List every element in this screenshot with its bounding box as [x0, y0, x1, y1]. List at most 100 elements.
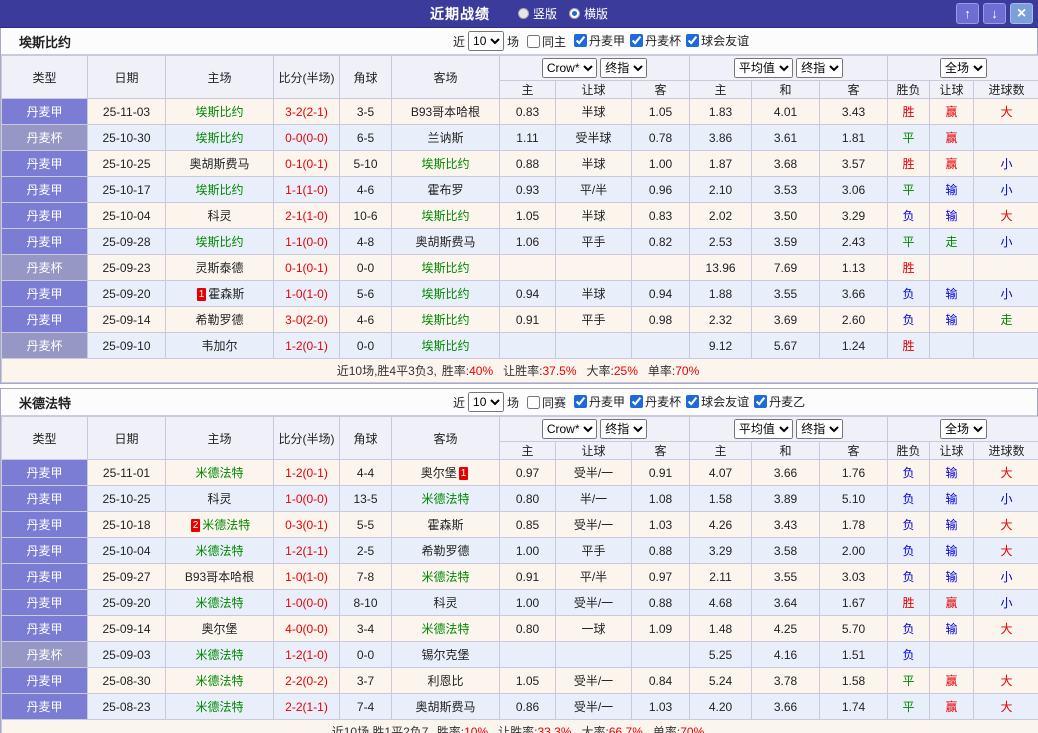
league-checkbox[interactable] [630, 34, 644, 47]
results-table: 类型 日期 主场 比分(半场) 角球 客场 Crow* 终指 平均值 终指 全场… [0, 416, 1038, 733]
result-cell: 平 [887, 228, 931, 255]
avg-home-cell: 3.86 [689, 124, 753, 151]
summary-stat: 让胜率:33.3% [498, 725, 572, 733]
same-checkbox[interactable] [527, 395, 541, 409]
avg-home-cell: 1.58 [689, 485, 753, 512]
odds-home-cell: 1.00 [499, 589, 556, 616]
result-cell: 负 [887, 280, 931, 307]
odds-home-cell [499, 254, 556, 281]
date-cell: 25-08-30 [87, 667, 166, 694]
avg-away-cell: 5.70 [819, 615, 889, 642]
col-odds-away: 客 [630, 441, 691, 460]
scroll-up-button[interactable]: ↑ [956, 3, 979, 24]
col-home: 主场 [165, 416, 274, 460]
same-filter-checkbox[interactable]: 同主 [527, 33, 566, 50]
date-cell: 25-09-20 [87, 280, 166, 307]
section-header: 埃斯比约 近 10 场 同主 丹麦甲 丹麦杯 球会友谊 [1, 28, 1037, 55]
final-odds-select[interactable]: 终指 [796, 58, 844, 78]
odds-home-cell: 0.91 [499, 306, 556, 333]
odds-away-cell: 0.96 [630, 176, 691, 203]
league-checkbox[interactable] [574, 34, 588, 47]
date-cell: 25-09-10 [87, 332, 166, 359]
goals-result-cell [973, 332, 1038, 359]
average-select[interactable]: 平均值 [733, 419, 793, 439]
score-cell: 1-1(1-0) [273, 176, 340, 203]
goals-result-cell: 大 [973, 511, 1038, 538]
league-checkbox[interactable] [630, 395, 644, 408]
handicap-result-cell: 输 [929, 176, 975, 203]
games-label: 场 [507, 395, 520, 410]
odds-home-cell: 0.80 [499, 615, 556, 642]
final-odds-select[interactable]: 终指 [796, 419, 844, 439]
final-odds-select[interactable]: 终指 [600, 419, 648, 439]
close-button[interactable]: × [1010, 3, 1033, 24]
corners-cell: 4-6 [339, 176, 392, 203]
league-filter[interactable]: 球会友谊 [686, 32, 749, 49]
match-row: 丹麦甲 25-10-25 科灵 1-0(0-0) 13-5 米德法特 0.80 半/一 1.08… [1, 485, 1038, 512]
league-filter[interactable]: 丹麦杯 [630, 393, 681, 410]
odds-away-cell: 1.09 [630, 615, 691, 642]
radio-label: 横版 [584, 7, 609, 21]
corners-cell: 4-6 [339, 306, 392, 333]
summary-stat: 大率:25% [586, 364, 638, 378]
match-row: 丹麦甲 25-10-17 埃斯比约 1-1(1-0) 4-6 霍布罗 0.93 平/半 0.96… [1, 176, 1038, 203]
league-checkbox[interactable] [574, 395, 588, 408]
league-filter[interactable]: 球会友谊 [686, 393, 749, 410]
same-checkbox[interactable] [527, 34, 541, 48]
average-select[interactable]: 平均值 [733, 58, 793, 78]
league-label: 球会友谊 [701, 34, 750, 48]
home-team-cell: 埃斯比约 [165, 124, 274, 151]
radio-icon[interactable] [517, 8, 529, 19]
avg-home-cell: 9.12 [689, 332, 753, 359]
match-count-select[interactable]: 10 [468, 31, 505, 51]
radio-icon[interactable] [569, 8, 580, 19]
away-team-cell: 埃斯比约 [391, 150, 500, 177]
avg-away-cell: 1.58 [819, 667, 889, 694]
odds-away-cell: 1.05 [630, 98, 691, 125]
scope-group: 全场 [887, 416, 1038, 442]
league-filter[interactable]: 丹麦杯 [630, 32, 681, 49]
date-cell: 25-10-25 [87, 485, 166, 512]
league-filter[interactable]: 丹麦甲 [574, 393, 625, 410]
goals-result-cell: 小 [973, 563, 1038, 590]
same-filter-checkbox[interactable]: 同赛 [527, 394, 566, 411]
league-filter[interactable]: 丹麦甲 [574, 32, 625, 49]
scroll-down-button[interactable]: ↓ [983, 3, 1006, 24]
bookmaker-select[interactable]: Crow* [541, 419, 597, 439]
league-checkbox[interactable] [754, 395, 768, 408]
league-checkbox[interactable] [686, 395, 700, 408]
score-cell: 2-2(1-1) [273, 693, 340, 720]
result-cell: 胜 [887, 254, 931, 281]
bookmaker-select[interactable]: Crow* [541, 58, 597, 78]
bookmaker-odds-group: Crow* 终指 [498, 55, 691, 81]
avg-draw-cell: 4.25 [751, 615, 821, 642]
avg-away-cell: 3.29 [819, 202, 889, 229]
score-cell: 1-0(1-0) [273, 563, 340, 590]
col-score: 比分(半场) [273, 55, 340, 99]
odds-away-cell [630, 332, 691, 359]
date-cell: 25-09-03 [87, 641, 166, 668]
league-filter[interactable]: 丹麦乙 [754, 393, 805, 410]
odds-away-cell: 0.82 [630, 228, 691, 255]
odds-away-cell: 1.03 [630, 511, 691, 538]
home-team-cell: 米德法特 [165, 641, 274, 668]
layout-radio-horizontal[interactable]: 横版 [569, 5, 608, 22]
odds-home-cell: 1.11 [499, 124, 556, 151]
league-filters: 丹麦甲 丹麦杯 球会友谊 [569, 32, 749, 50]
handicap-result-cell: 赢 [929, 124, 975, 151]
summary-stat: 胜率:10% [436, 725, 489, 733]
league-checkbox[interactable] [686, 34, 700, 47]
handicap-result-cell: 赢 [929, 667, 975, 694]
handicap-line-cell [555, 332, 632, 359]
scope-select[interactable]: 全场 [940, 419, 988, 439]
odds-away-cell: 0.97 [630, 563, 691, 590]
match-row: 丹麦甲 25-11-03 埃斯比约 3-2(2-1) 3-5 B93哥本哈根 0.83 半球 1… [1, 98, 1038, 125]
match-count-select[interactable]: 10 [468, 392, 505, 412]
scope-select[interactable]: 全场 [940, 58, 988, 78]
avg-home-cell: 1.83 [689, 98, 753, 125]
layout-radio-vertical[interactable]: 竖版 [517, 5, 557, 22]
final-odds-select[interactable]: 终指 [600, 58, 648, 78]
summary-text: 近10场,胜4平3负3, 胜率:40% 让胜率:37.5% 大率:25% 单率:70% [0, 358, 1038, 383]
avg-away-cell: 1.74 [819, 693, 889, 720]
result-cell: 负 [887, 641, 931, 668]
